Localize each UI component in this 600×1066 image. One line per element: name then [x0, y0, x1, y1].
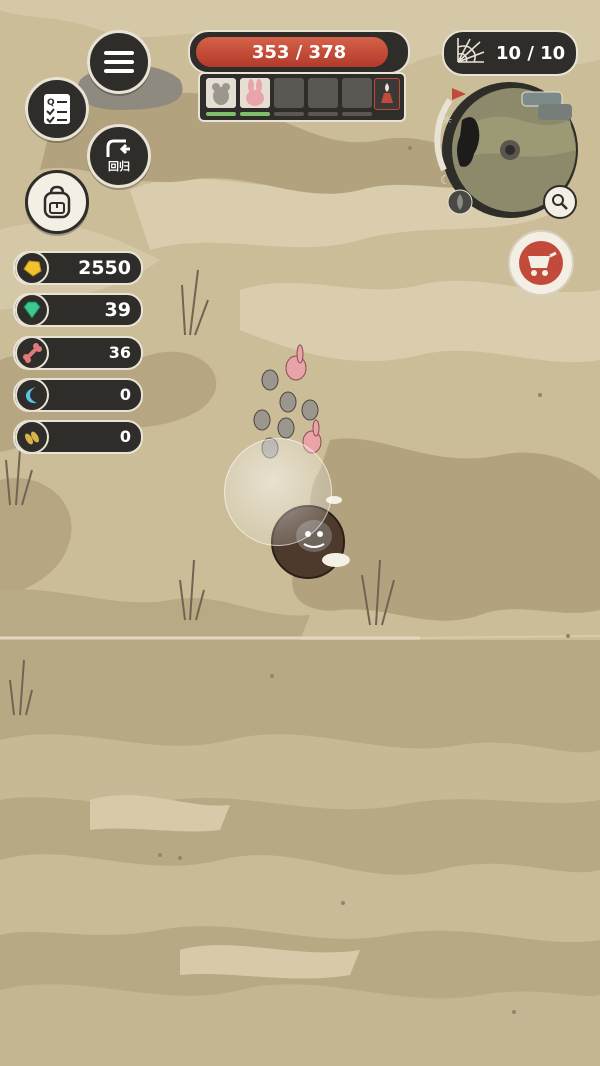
gem-icon	[15, 293, 49, 327]
menu-icon	[104, 51, 134, 73]
party-slot-rabbit[interactable]	[240, 78, 270, 108]
minimap-zoom-button[interactable]	[543, 185, 577, 219]
quest-button[interactable]: Q	[25, 77, 89, 141]
svg-text:Q: Q	[47, 98, 55, 108]
party-slot-rat[interactable]	[206, 78, 236, 108]
gold-value: 2550	[78, 257, 131, 279]
return-label: 回归	[108, 160, 130, 173]
party-slot-bar	[240, 112, 270, 116]
search-icon	[552, 194, 568, 210]
backpack-icon	[43, 185, 71, 219]
health-bar: 353 / 378	[188, 30, 410, 74]
svg-text:☼: ☼	[442, 113, 453, 127]
health-panel: 353 / 378	[188, 30, 410, 122]
gem-value: 39	[104, 299, 131, 321]
return-button[interactable]: 回归	[87, 124, 151, 188]
bone-value: 36	[108, 343, 131, 362]
party-slot-bar	[274, 112, 304, 116]
cart-button[interactable]	[508, 230, 574, 296]
quest-checklist-icon: Q	[44, 94, 70, 124]
bone-icon	[15, 336, 49, 370]
health-text: 353 / 378	[251, 41, 347, 63]
party-slot-bar	[206, 112, 236, 116]
party-slots	[198, 72, 406, 122]
seeds-value: 0	[119, 427, 131, 446]
shield-bubble	[224, 438, 332, 546]
menu-button[interactable]	[87, 30, 151, 94]
backpack-button[interactable]	[25, 170, 89, 234]
resource-bone: 36	[13, 336, 143, 370]
gold-icon	[15, 251, 49, 285]
party-slot-bar	[342, 112, 372, 116]
party-slot-empty[interactable]	[342, 78, 372, 108]
web-counter-value: 10 / 10	[496, 42, 566, 64]
resource-gold: 2550	[13, 251, 143, 285]
resource-gem: 39	[13, 293, 143, 327]
seeds-icon	[15, 420, 49, 454]
party-slot-empty[interactable]	[308, 78, 338, 108]
party-slot-empty[interactable]	[274, 78, 304, 108]
crescent-value: 0	[119, 385, 131, 404]
cart-icon	[519, 241, 563, 285]
resource-crescent: 0	[13, 378, 143, 412]
resource-seeds: 0	[13, 420, 143, 454]
lantern-slot[interactable]	[374, 78, 400, 110]
svg-text:☾: ☾	[440, 173, 451, 187]
return-icon	[106, 139, 130, 157]
web-counter: 10 / 10	[442, 30, 578, 76]
crescent-icon	[15, 378, 49, 412]
party-slot-bar	[308, 112, 338, 116]
web-icon	[454, 36, 488, 70]
